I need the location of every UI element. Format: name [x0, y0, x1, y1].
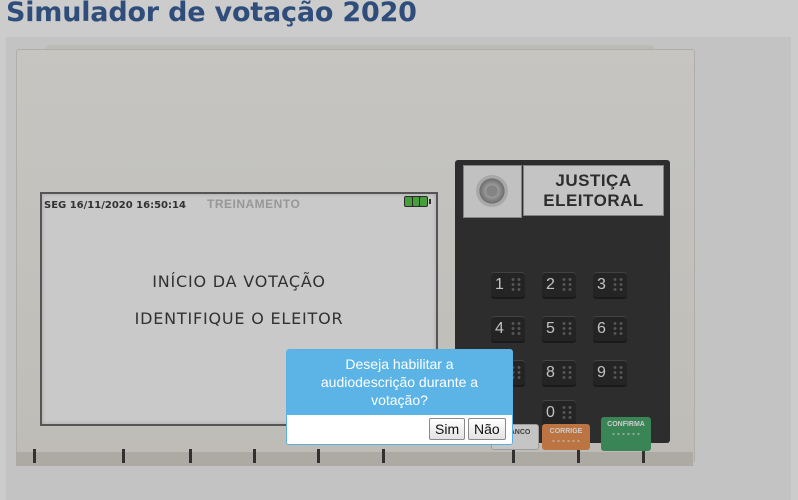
audio-description-dialog: Deseja habilitar a audiodescrição durant…	[286, 349, 513, 445]
no-button[interactable]: Não	[468, 418, 506, 440]
dialog-message: Deseja habilitar a audiodescrição durant…	[287, 350, 512, 415]
yes-button[interactable]: Sim	[429, 418, 466, 440]
dialog-footer: Sim Não	[287, 415, 512, 444]
